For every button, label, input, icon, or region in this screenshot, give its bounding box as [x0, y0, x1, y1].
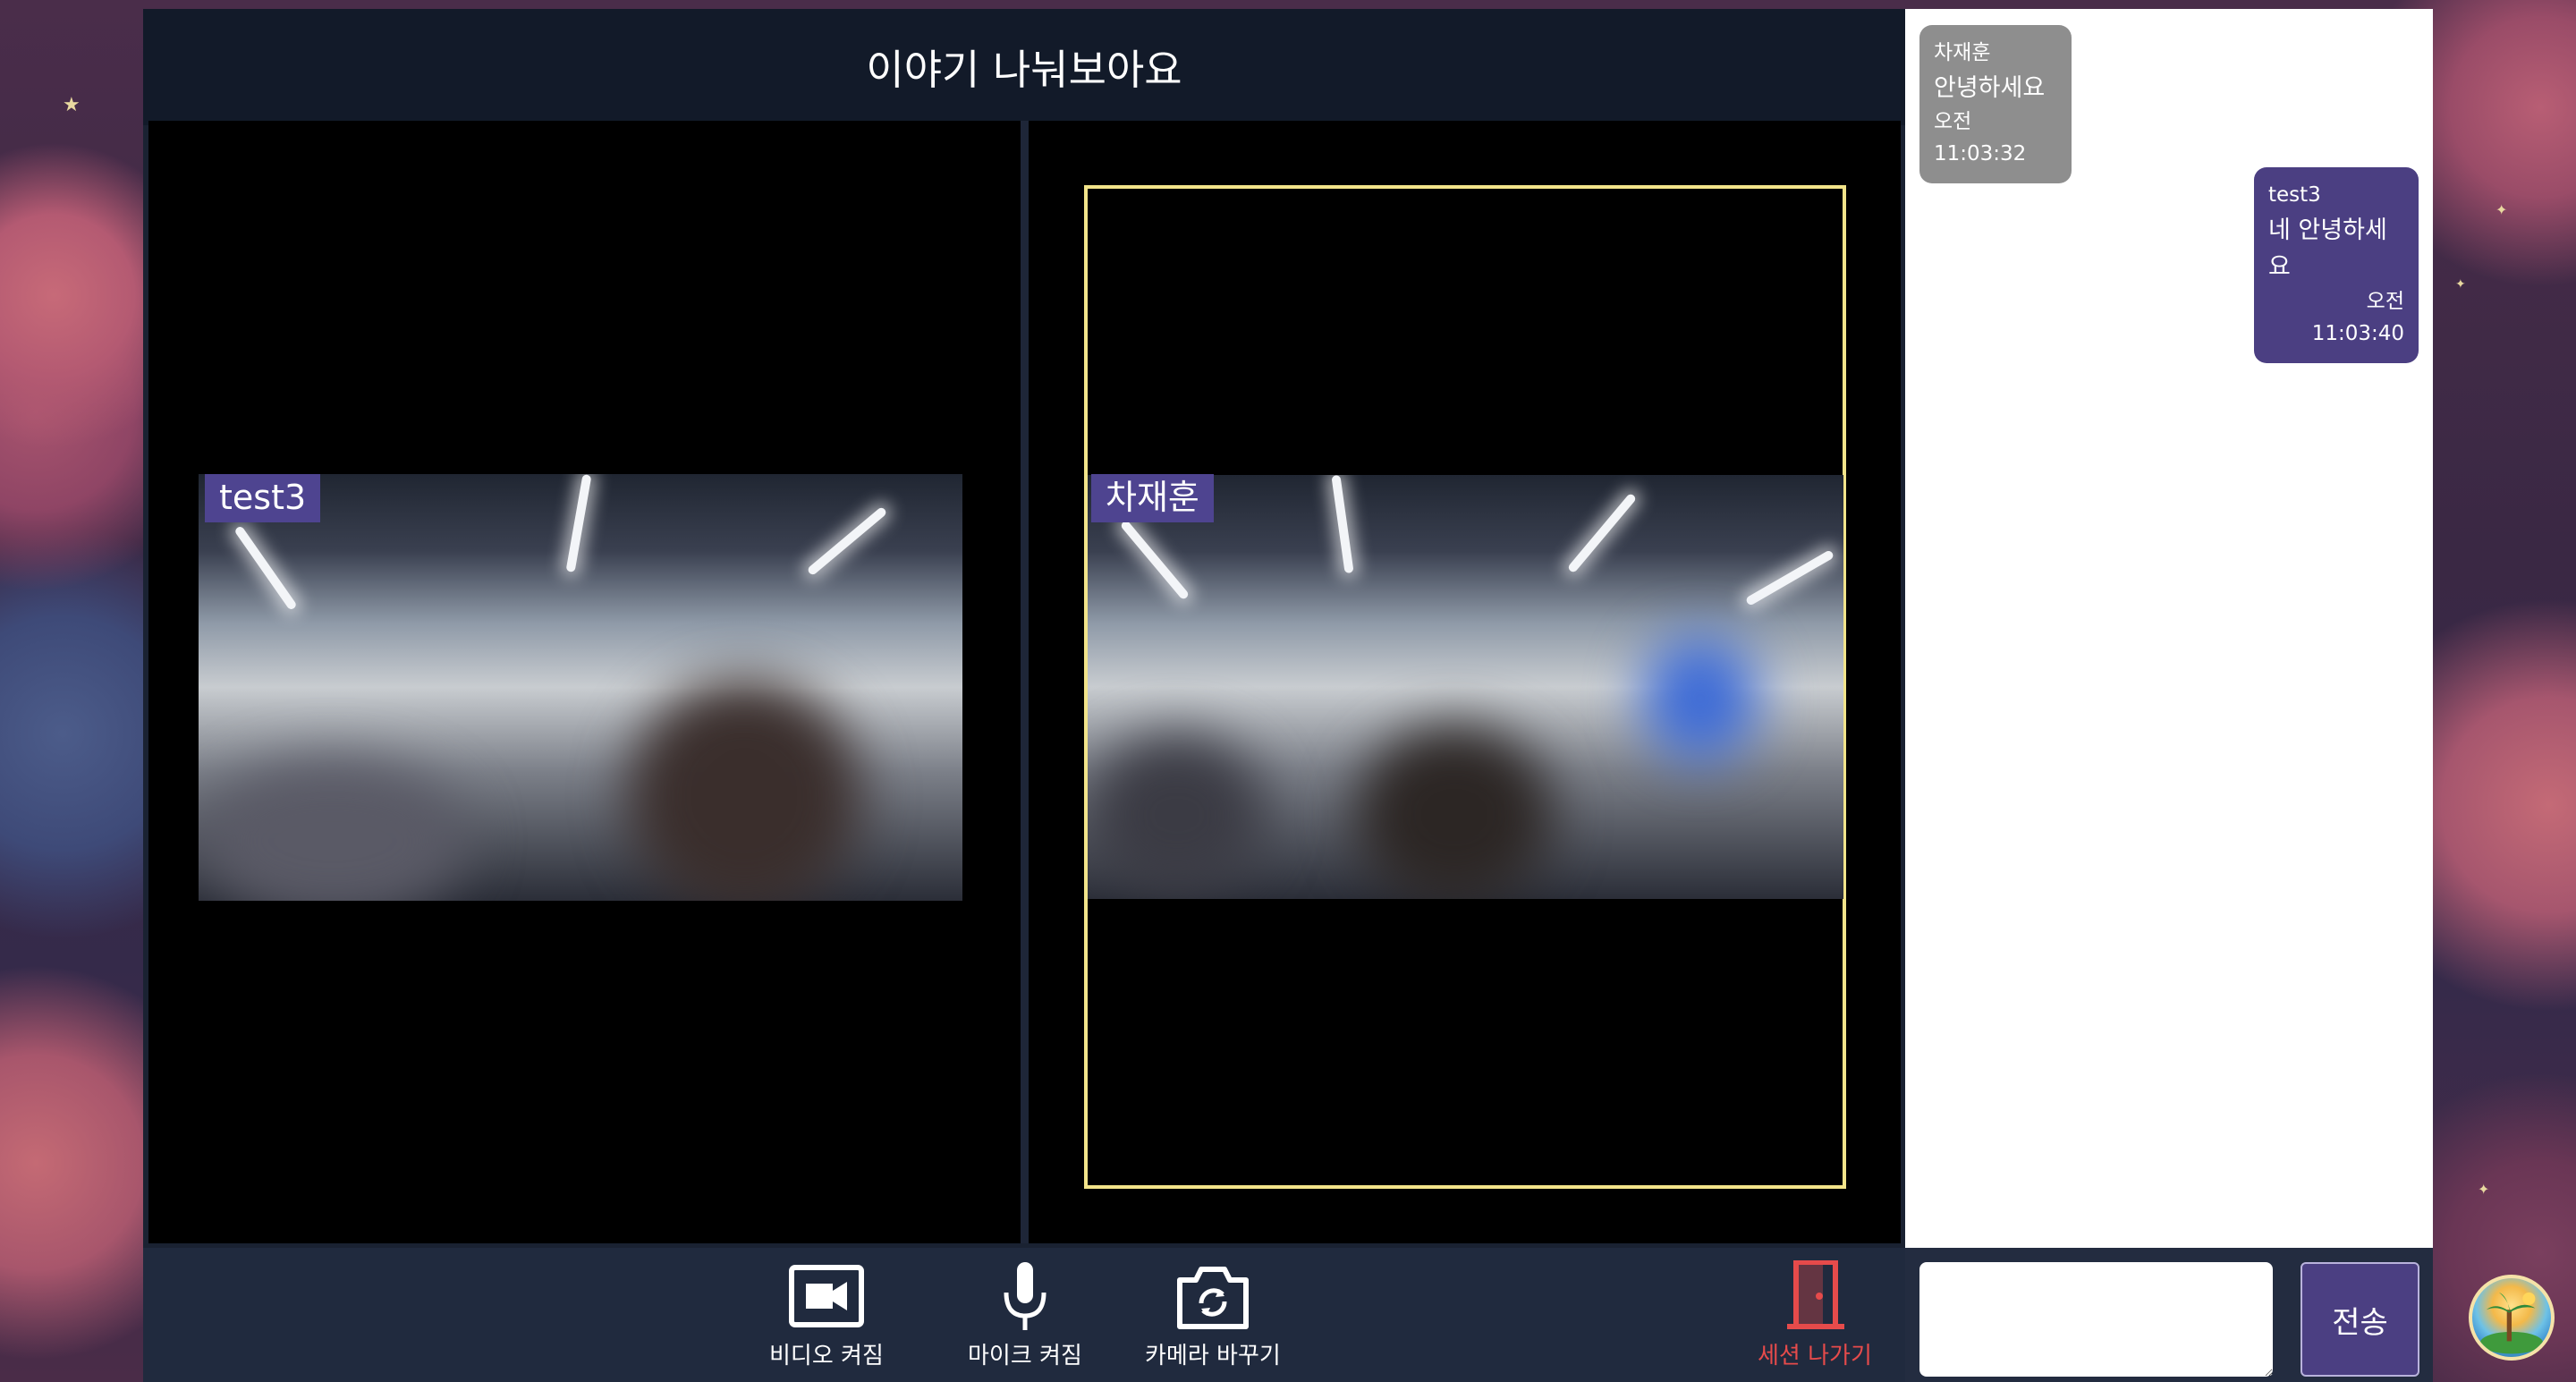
switch-camera-label: 카메라 바꾸기 — [1145, 1343, 1281, 1369]
palm-tree-icon — [2479, 1292, 2544, 1354]
star-decoration: ★ — [63, 94, 80, 116]
chat-input-bar: 전송 — [1905, 1248, 2433, 1382]
door-exit-icon — [1786, 1260, 1844, 1329]
switch-camera-button[interactable]: 카메라 바꾸기 — [1145, 1260, 1281, 1370]
send-button[interactable]: 전송 — [2301, 1262, 2419, 1377]
star-decoration: ✦ — [2496, 201, 2508, 218]
chat-sender: test3 — [2268, 183, 2321, 207]
leave-session-label: 세션 나가기 — [1758, 1343, 1872, 1369]
island-avatar-icon[interactable] — [2469, 1275, 2555, 1361]
pane-divider — [1021, 121, 1029, 1243]
chat-message-incoming: 차재훈 안녕하세요 오전 11:03:32 — [1919, 25, 2072, 183]
video-camera-icon — [788, 1265, 864, 1327]
participant-video-test3[interactable] — [199, 474, 962, 901]
leave-session-button[interactable]: 세션 나가기 — [1758, 1260, 1872, 1370]
microphone-icon — [1004, 1262, 1046, 1330]
chat-message-outgoing: test3 네 안녕하세요 오전 11:03:40 — [2254, 167, 2419, 363]
chat-time: 오전 11:03:32 — [1934, 110, 2027, 166]
video-toggle-label: 비디오 켜짐 — [769, 1343, 884, 1369]
chat-panel: 차재훈 안녕하세요 오전 11:03:32 test3 네 안녕하세요 오전 1… — [1905, 9, 2433, 1248]
mic-toggle-label: 마이크 켜짐 — [968, 1343, 1082, 1369]
controls-bar: 비디오 켜짐 마이크 켜짐 카메라 바꾸기 세션 나가기 — [143, 1248, 1905, 1382]
star-decoration: ✦ — [2478, 1181, 2490, 1198]
chat-sender: 차재훈 — [1934, 41, 1991, 64]
camera-switch-icon — [1176, 1267, 1249, 1329]
participant-name-tag: test3 — [205, 474, 321, 522]
chat-time: 오전 11:03:40 — [2311, 290, 2404, 345]
video-toggle-button[interactable]: 비디오 켜짐 — [769, 1260, 884, 1370]
chat-text: 안녕하세요 — [1934, 73, 2046, 102]
page-title: 이야기 나눠보아요 — [866, 46, 1182, 94]
participant-video-chajaehoon[interactable] — [1088, 475, 1843, 899]
participant-name-tag: 차재훈 — [1091, 474, 1214, 522]
stage-header: 이야기 나눠보아요 — [143, 9, 1905, 125]
chat-message-input[interactable] — [1919, 1262, 2273, 1377]
mic-toggle-button[interactable]: 마이크 켜짐 — [968, 1260, 1082, 1370]
chat-text: 네 안녕하세요 — [2268, 216, 2387, 282]
star-decoration: ✦ — [2455, 277, 2466, 292]
